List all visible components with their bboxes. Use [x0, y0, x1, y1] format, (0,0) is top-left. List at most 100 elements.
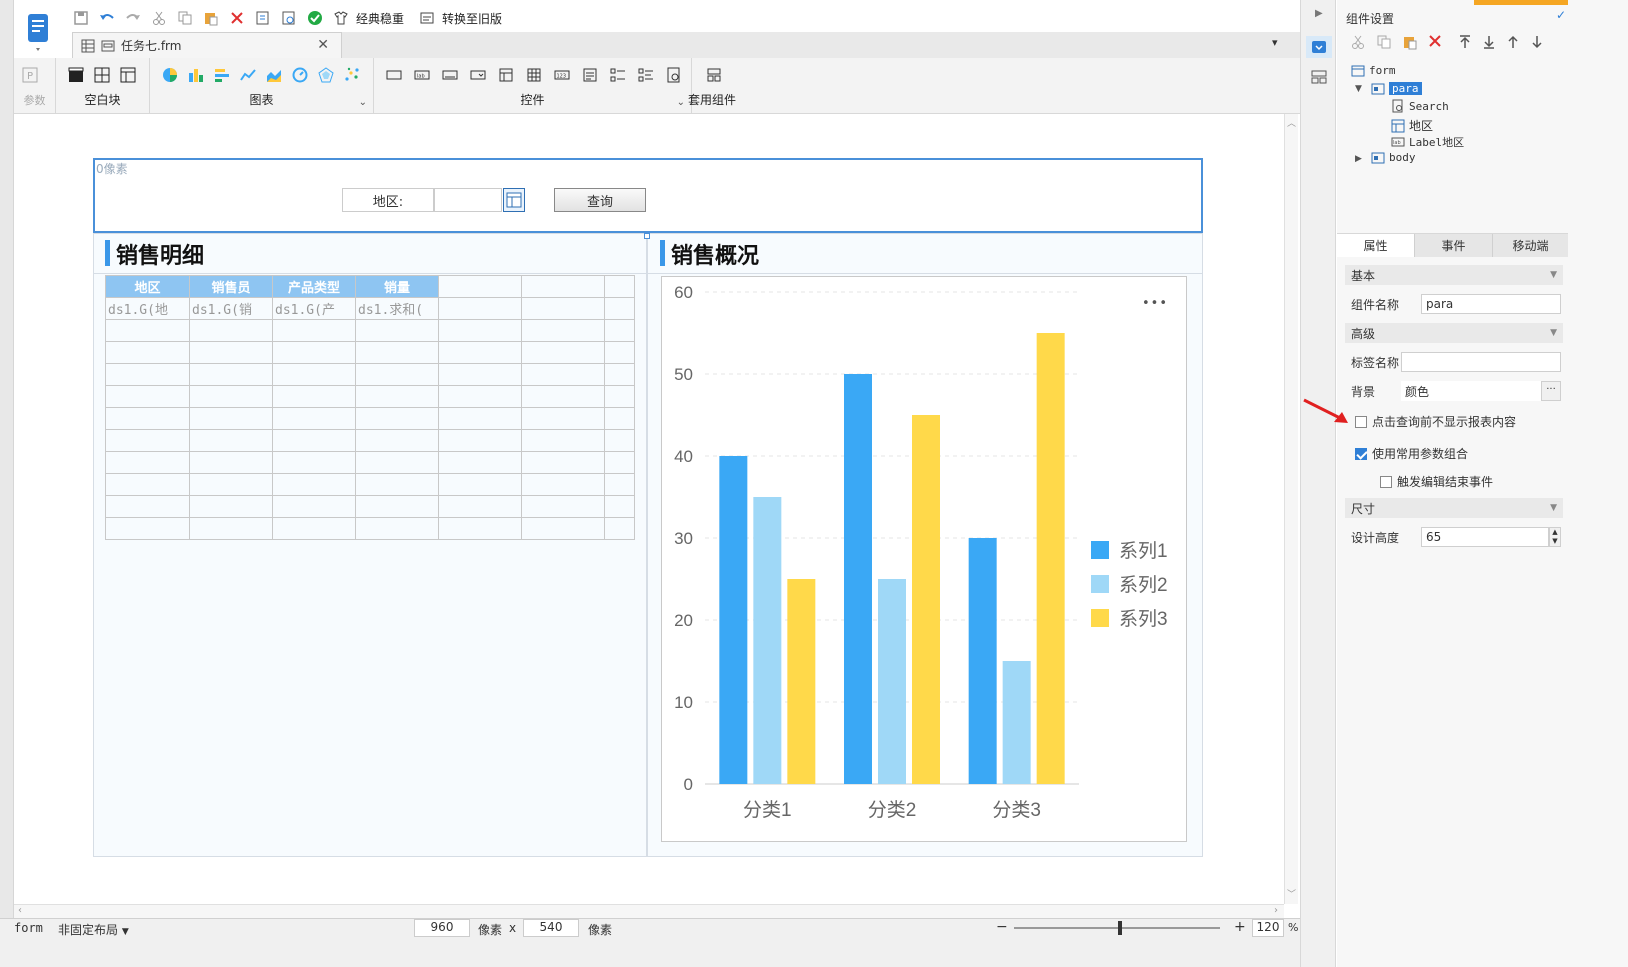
tab-block-icon[interactable] [118, 66, 138, 84]
para-block[interactable]: 0像素 地区: 查询 [93, 158, 1203, 233]
table-cell[interactable] [604, 451, 635, 474]
list-widget-icon[interactable] [636, 66, 656, 84]
tree-combo-icon[interactable] [503, 188, 525, 212]
resize-handle[interactable] [644, 233, 650, 239]
convert-old-version-label[interactable]: 转换至旧版 [442, 10, 502, 27]
panel-pin-icon[interactable]: ✓ [1556, 8, 1566, 22]
table-cell[interactable] [604, 319, 635, 342]
widget-expand-icon[interactable]: ⌄ [677, 97, 685, 108]
table-cell[interactable] [272, 517, 356, 540]
background-more-button[interactable]: ··· [1541, 381, 1561, 401]
table-cell[interactable] [521, 385, 605, 408]
section-advanced[interactable]: 高级 ▼ [1345, 323, 1563, 343]
table-cell[interactable] [604, 473, 635, 496]
table-cell[interactable]: ds1.G(地 [105, 297, 190, 320]
table-cell[interactable] [438, 385, 522, 408]
section-basic[interactable]: 基本 ▼ [1345, 265, 1563, 285]
copy-icon[interactable] [174, 7, 196, 29]
table-cell[interactable] [355, 451, 439, 474]
table-cell[interactable] [355, 363, 439, 386]
save-icon[interactable] [70, 7, 92, 29]
table-cell[interactable] [105, 407, 190, 430]
table-cell[interactable] [604, 341, 635, 364]
theme-icon[interactable] [330, 7, 352, 29]
horizontal-scrollbar[interactable]: ‹ › [14, 904, 1284, 918]
table-cell[interactable] [189, 341, 273, 364]
table-cell[interactable] [189, 451, 273, 474]
combobox-widget-icon[interactable] [468, 66, 488, 84]
table-cell[interactable] [189, 473, 273, 496]
redo-icon[interactable] [122, 7, 144, 29]
table-cell[interactable] [355, 341, 439, 364]
table-cell[interactable] [105, 495, 190, 518]
table-cell[interactable] [604, 275, 635, 298]
table-cell[interactable] [521, 341, 605, 364]
tree-node-form[interactable]: form [1351, 64, 1396, 77]
table-cell[interactable] [105, 319, 190, 342]
zoom-out-icon[interactable]: − [996, 919, 1008, 935]
table-cell[interactable] [189, 407, 273, 430]
layout-select[interactable]: 非固定布局 ▼ [58, 921, 129, 938]
table-cell[interactable] [189, 385, 273, 408]
cut-icon[interactable] [148, 7, 170, 29]
button-widget-icon[interactable] [440, 66, 460, 84]
table-header-cell[interactable]: 地区 [105, 275, 190, 298]
checkbox-group-widget-icon[interactable] [608, 66, 628, 84]
zoom-in-icon[interactable]: + [1234, 919, 1246, 935]
zoom-input[interactable]: 120 [1252, 919, 1284, 937]
table-cell[interactable] [604, 407, 635, 430]
layout-settings-icon[interactable] [1306, 66, 1332, 88]
undo-icon[interactable] [96, 7, 118, 29]
table-header-cell[interactable]: 销售员 [189, 275, 273, 298]
component-settings-icon[interactable] [1306, 36, 1332, 58]
scroll-right-icon[interactable]: › [1274, 905, 1278, 916]
table-cell[interactable] [604, 297, 635, 320]
table-cell[interactable] [272, 473, 356, 496]
table-cell[interactable] [521, 363, 605, 386]
table-cell[interactable]: ds1.G(销 [189, 297, 273, 320]
search-widget-icon[interactable] [664, 66, 684, 84]
checkbox-edit-end-event[interactable]: 触发编辑结束事件 [1380, 473, 1493, 490]
table-cell[interactable] [521, 451, 605, 474]
table-cell[interactable] [355, 473, 439, 496]
classic-theme-label[interactable]: 经典稳重 [356, 10, 404, 27]
section-size[interactable]: 尺寸 ▼ [1345, 498, 1563, 518]
delete-icon[interactable] [226, 7, 248, 29]
height-spinner[interactable]: ▲ ▼ [1549, 527, 1561, 547]
convert-icon[interactable] [416, 7, 438, 29]
region-input[interactable] [434, 188, 502, 212]
tab-menu-icon[interactable]: ▾ [1272, 36, 1278, 49]
panel-cut-icon[interactable] [1350, 34, 1366, 53]
table-cell[interactable] [189, 319, 273, 342]
table-cell[interactable] [604, 517, 635, 540]
bar-chart-icon[interactable] [186, 66, 206, 84]
table-cell[interactable] [272, 363, 356, 386]
table-cell[interactable] [355, 319, 439, 342]
table-cell[interactable] [521, 275, 605, 298]
tree-expand-body-icon[interactable]: ▶ [1355, 154, 1362, 164]
tree-node-label-region[interactable]: lab Label地区 [1391, 134, 1464, 150]
component-name-input[interactable]: para [1421, 294, 1561, 314]
area-chart-icon[interactable] [264, 66, 284, 84]
tree-node-para[interactable]: para [1371, 82, 1422, 95]
tree-node-body[interactable]: body [1371, 151, 1416, 164]
table-cell[interactable] [438, 473, 522, 496]
search-preview-icon[interactable] [278, 7, 300, 29]
gauge-chart-icon[interactable] [290, 66, 310, 84]
blank-block-icon[interactable] [66, 66, 86, 84]
table-cell[interactable] [521, 495, 605, 518]
table-cell[interactable] [272, 385, 356, 408]
table-cell[interactable] [189, 517, 273, 540]
checkbox-hide-before-query[interactable]: 点击查询前不显示报表内容 [1355, 413, 1516, 430]
vertical-scrollbar[interactable]: ︿ ﹀ [1284, 114, 1298, 904]
preview-icon[interactable] [252, 7, 274, 29]
param-icon[interactable]: P [20, 66, 40, 84]
table-cell[interactable] [438, 275, 522, 298]
checkbox-common-params[interactable]: 使用常用参数组合 [1355, 445, 1468, 462]
table-cell[interactable] [272, 451, 356, 474]
table-cell[interactable] [438, 429, 522, 452]
table-cell[interactable] [604, 385, 635, 408]
tab-mobile[interactable]: 移动端 [1493, 234, 1568, 257]
query-button[interactable]: 查询 [554, 188, 646, 212]
tree-node-search[interactable]: Search [1391, 99, 1449, 113]
